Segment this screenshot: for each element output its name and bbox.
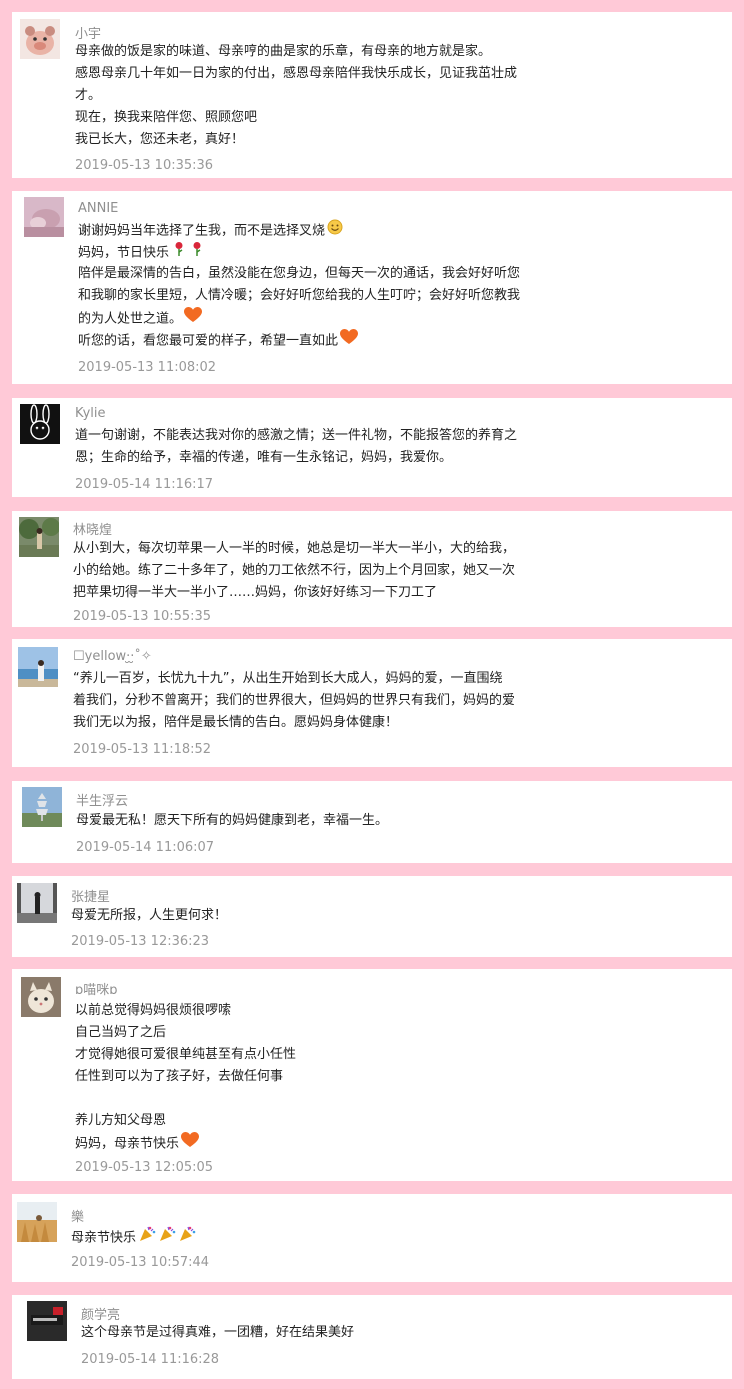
comment-line: 现在，换我来陪伴您、照顾您吧 [75,110,258,125]
comment-line: 养儿方知父母恩 [75,1113,167,1128]
comment-text: 以前总觉得妈妈很烦很啰嗦 自己当妈了之后 才觉得她很可爱很单纯甚至有点小任性 任… [75,1000,296,1154]
party-popper-emoji-icon [178,1225,196,1251]
comment-line: 和我聊的家长里短，人情冷暖；会好好听您给我的人生叮咛；会好好听您教我 [78,288,521,303]
comment-line: 谢谢妈妈当年选择了生我，而不是选择叉烧 [78,219,520,241]
commenter-name: ɒ喵咪ɒ [75,983,118,998]
heart-emoji-icon [340,329,359,353]
comment-timestamp: 2019-05-13 10:55:35 [73,609,212,624]
comment-card: Kylie 道一句谢谢，不能表达我对你的感激之情；送一件礼物，不能报答您的养育之… [12,398,732,497]
comment-line: 才觉得她很可爱很单纯甚至有点小任性 [75,1047,297,1062]
comment-timestamp: 2019-05-13 11:08:02 [78,360,217,375]
comment-timestamp: 2019-05-14 11:06:07 [76,840,215,855]
commenter-name: 林晓煌 [73,523,113,538]
photo-avatar-icon[interactable] [24,197,64,237]
comment-text: 母亲做的饭是家的味道、母亲哼的曲是家的乐章，有母亲的地方就是家。 感恩母亲几十年… [75,41,517,151]
field-avatar-icon[interactable] [17,1202,57,1242]
comment-card: 张捷星 母爱无所报，人生更何求！ 2019-05-13 12:36:23 [12,876,732,957]
comment-line-text: 听您的话，看您最可爱的样子，希望一直如此 [78,333,339,349]
comment-card: ANNIE 谢谢妈妈当年选择了生我，而不是选择叉烧 妈妈，节日快乐 陪伴是最深情… [12,191,732,384]
comment-line: 的为人处世之道。 [78,307,520,329]
comment-line: 我们无以为报，陪伴是最长情的告白。愿妈妈身体健康！ [73,715,399,730]
comment-text: 道一句谢谢，不能表达我对你的感激之情；送一件礼物，不能报答您的养育之 恩；生命的… [75,425,517,469]
comment-line: 母爱最无私！愿天下所有的妈妈健康到老，幸福一生。 [76,813,389,828]
commenter-name: ☐yellow·̮·̮˚✧ [73,649,152,664]
comment-line: 听您的话，看您最可爱的样子，希望一直如此 [78,329,520,351]
comment-line: 陪伴是最深情的告白，虽然没能在您身边，但每天一次的通话，我会好好听您 [78,266,521,281]
commenter-name: 半生浮云 [76,794,129,809]
smile-emoji-icon [327,219,343,243]
comment-card: 颜学亮 这个母亲节是过得真难，一团糟，好在结果美好 2019-05-14 11:… [12,1295,732,1379]
comment-line-text: 妈妈，母亲节快乐 [75,1136,180,1152]
comment-line: 道一句谢谢，不能表达我对你的感激之情；送一件礼物，不能报答您的养育之 [75,428,518,443]
comment-line: 小的给她。练了二十多年了，她的刀工依然不行，因为上个月回家，她又一次 [73,563,516,578]
party-popper-emoji-icon [158,1225,176,1251]
comment-timestamp: 2019-05-13 10:35:36 [75,158,214,173]
comment-blank-line [75,1088,296,1110]
comment-line: 我已长大，您还未老，真好！ [75,132,245,147]
comment-line: 才。 [75,88,102,103]
comment-line: 恩；生命的给予，幸福的传递，唯有一生永铭记，妈妈，我爱你。 [75,450,453,465]
comment-line: 从小到大，每次切苹果一人一半的时候，她总是切一半大一半小，大的给我， [73,541,516,556]
garden-avatar-icon[interactable] [19,517,59,557]
comment-line: 母爱无所报，人生更何求！ [71,908,228,923]
comment-line: 把苹果切得一半大一半小了……妈妈，你该好好练习一下刀工了 [73,585,438,600]
rose-emoji-icon [189,241,205,265]
comment-timestamp: 2019-05-14 11:16:17 [75,477,214,492]
heart-emoji-icon [181,1132,200,1156]
comment-line: 感恩母亲几十年如一日为家的付出，感恩母亲陪伴我快乐成长，见证我茁壮成 [75,66,518,81]
comment-line-text: 的为人处世之道。 [78,311,183,327]
comment-line-text: 母亲节快乐 [71,1230,137,1246]
commenter-name: 颜学亮 [81,1308,121,1323]
silhouette-avatar-icon[interactable] [17,883,57,923]
comment-line: 任性到可以为了孩子好，去做任何事 [75,1069,284,1084]
comment-line: 妈妈，节日快乐 [78,241,520,263]
comment-line-text: 谢谢妈妈当年选择了生我，而不是选择叉烧 [78,223,326,239]
comment-line: 以前总觉得妈妈很烦很啰嗦 [75,1003,232,1018]
commenter-name: 张捷星 [71,890,111,905]
rose-emoji-icon [171,241,187,265]
pagoda-avatar-icon[interactable] [22,787,62,827]
comment-text: 这个母亲节是过得真难，一团糟，好在结果美好 [81,1322,354,1344]
comment-line-text: 妈妈，节日快乐 [78,245,170,261]
comment-timestamp: 2019-05-13 11:18:52 [73,742,212,757]
party-popper-emoji-icon [138,1225,156,1251]
rabbit-avatar-icon[interactable] [20,404,60,444]
comment-line: 这个母亲节是过得真难，一团糟，好在结果美好 [81,1325,355,1340]
comment-line: 妈妈，母亲节快乐 [75,1132,296,1154]
beach-avatar-icon[interactable] [18,647,58,687]
comment-line: 母亲做的饭是家的味道、母亲哼的曲是家的乐章，有母亲的地方就是家。 [75,44,492,59]
heart-emoji-icon [184,307,203,331]
commenter-name: ANNIE [78,201,119,216]
comment-line: 母亲节快乐 [71,1225,196,1247]
commenter-name: 小宇 [75,27,102,42]
comment-line: 着我们，分秒不曾离开；我们的世界很大，但妈妈的世界只有我们，妈妈的爱 [73,693,516,708]
comment-card: 樂 母亲节快乐 2019-05-13 10:57:44 [12,1194,732,1282]
comment-card: ☐yellow·̮·̮˚✧ “养儿一百岁，长忧九十九”，从出生开始到长大成人，妈… [12,639,732,767]
comment-line: “养儿一百岁，长忧九十九”，从出生开始到长大成人，妈妈的爱，一直围绕 [73,671,503,686]
comment-text: 母爱最无私！愿天下所有的妈妈健康到老，幸福一生。 [76,810,388,832]
commenter-name: Kylie [75,406,106,421]
comment-card: ɒ喵咪ɒ 以前总觉得妈妈很烦很啰嗦 自己当妈了之后 才觉得她很可爱很单纯甚至有点… [12,969,732,1181]
comment-timestamp: 2019-05-13 12:05:05 [75,1160,214,1175]
comment-card: 林晓煌 从小到大，每次切苹果一人一半的时候，她总是切一半大一半小，大的给我， 小… [12,511,732,627]
pig-avatar-icon[interactable] [20,19,60,59]
comment-text: “养儿一百岁，长忧九十九”，从出生开始到长大成人，妈妈的爱，一直围绕 着我们，分… [73,668,515,734]
comment-timestamp: 2019-05-13 12:36:23 [71,934,210,949]
comment-text: 从小到大，每次切苹果一人一半的时候，她总是切一半大一半小，大的给我， 小的给她。… [73,538,515,604]
comment-text: 谢谢妈妈当年选择了生我，而不是选择叉烧 妈妈，节日快乐 陪伴是最深情的告白，虽然… [78,219,520,351]
comment-card: 半生浮云 母爱最无私！愿天下所有的妈妈健康到老，幸福一生。 2019-05-14… [12,781,732,863]
dark-logo-avatar-icon[interactable] [27,1301,67,1341]
comment-timestamp: 2019-05-13 10:57:44 [71,1255,210,1270]
comment-line: 自己当妈了之后 [75,1025,167,1040]
commenter-name: 樂 [71,1210,85,1225]
comment-card: 小宇 母亲做的饭是家的味道、母亲哼的曲是家的乐章，有母亲的地方就是家。 感恩母亲… [12,12,732,178]
comment-text: 母亲节快乐 [71,1225,196,1247]
comment-timestamp: 2019-05-14 11:16:28 [81,1352,220,1367]
comment-feed: { "comments": [ { "name": "小宇", "lines":… [0,0,744,1389]
cat-avatar-icon[interactable] [21,977,61,1017]
comment-text: 母爱无所报，人生更何求！ [71,905,227,927]
